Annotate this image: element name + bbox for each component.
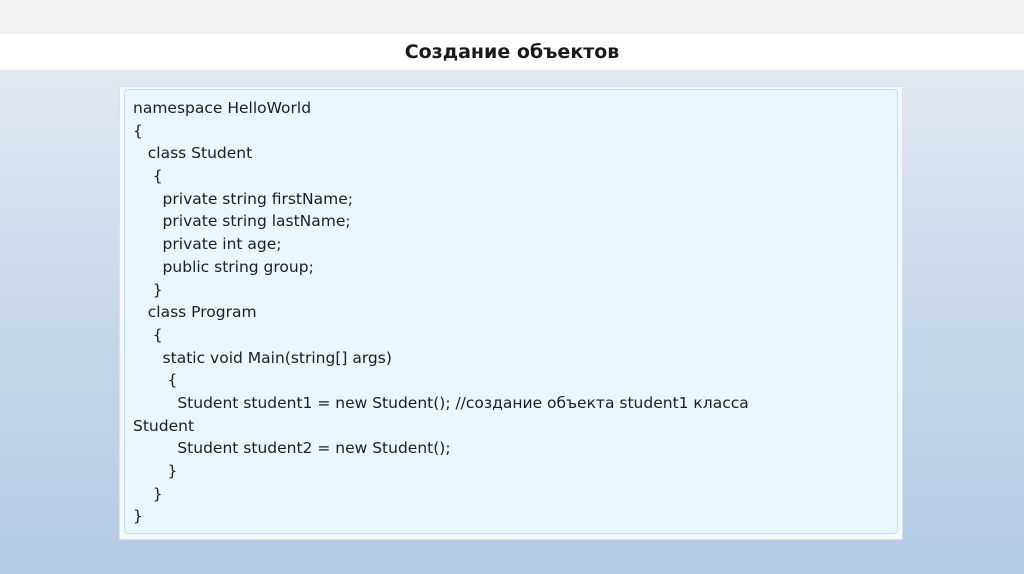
- code-line: static void Main(string[] args): [133, 348, 392, 367]
- code-line: }: [133, 280, 163, 299]
- code-line: class Student: [133, 144, 253, 163]
- code-line: private string lastName;: [133, 212, 351, 231]
- code-line: private int age;: [133, 235, 282, 254]
- code-lines: namespace HelloWorld { class Student { p…: [133, 97, 749, 528]
- code-line: private string firstName;: [133, 189, 353, 208]
- code-line: class Program: [133, 303, 257, 322]
- code-line: }: [133, 507, 143, 526]
- code-line: {: [133, 167, 163, 186]
- code-line: Student student1 = new Student(); //созд…: [133, 393, 749, 412]
- code-block: namespace HelloWorld { class Student { p…: [124, 89, 898, 534]
- code-line: }: [133, 462, 178, 480]
- slide-title: Создание объектов: [404, 41, 620, 63]
- code-line: {: [133, 371, 178, 390]
- code-line: namespace HelloWorld: [133, 99, 312, 117]
- code-line: Student student2 = new Student();: [133, 439, 451, 458]
- code-line: {: [133, 325, 163, 344]
- code-line: }: [133, 484, 163, 503]
- code-line: {: [133, 121, 143, 140]
- code-line: Student: [133, 416, 195, 435]
- code-line: public string group;: [133, 257, 314, 276]
